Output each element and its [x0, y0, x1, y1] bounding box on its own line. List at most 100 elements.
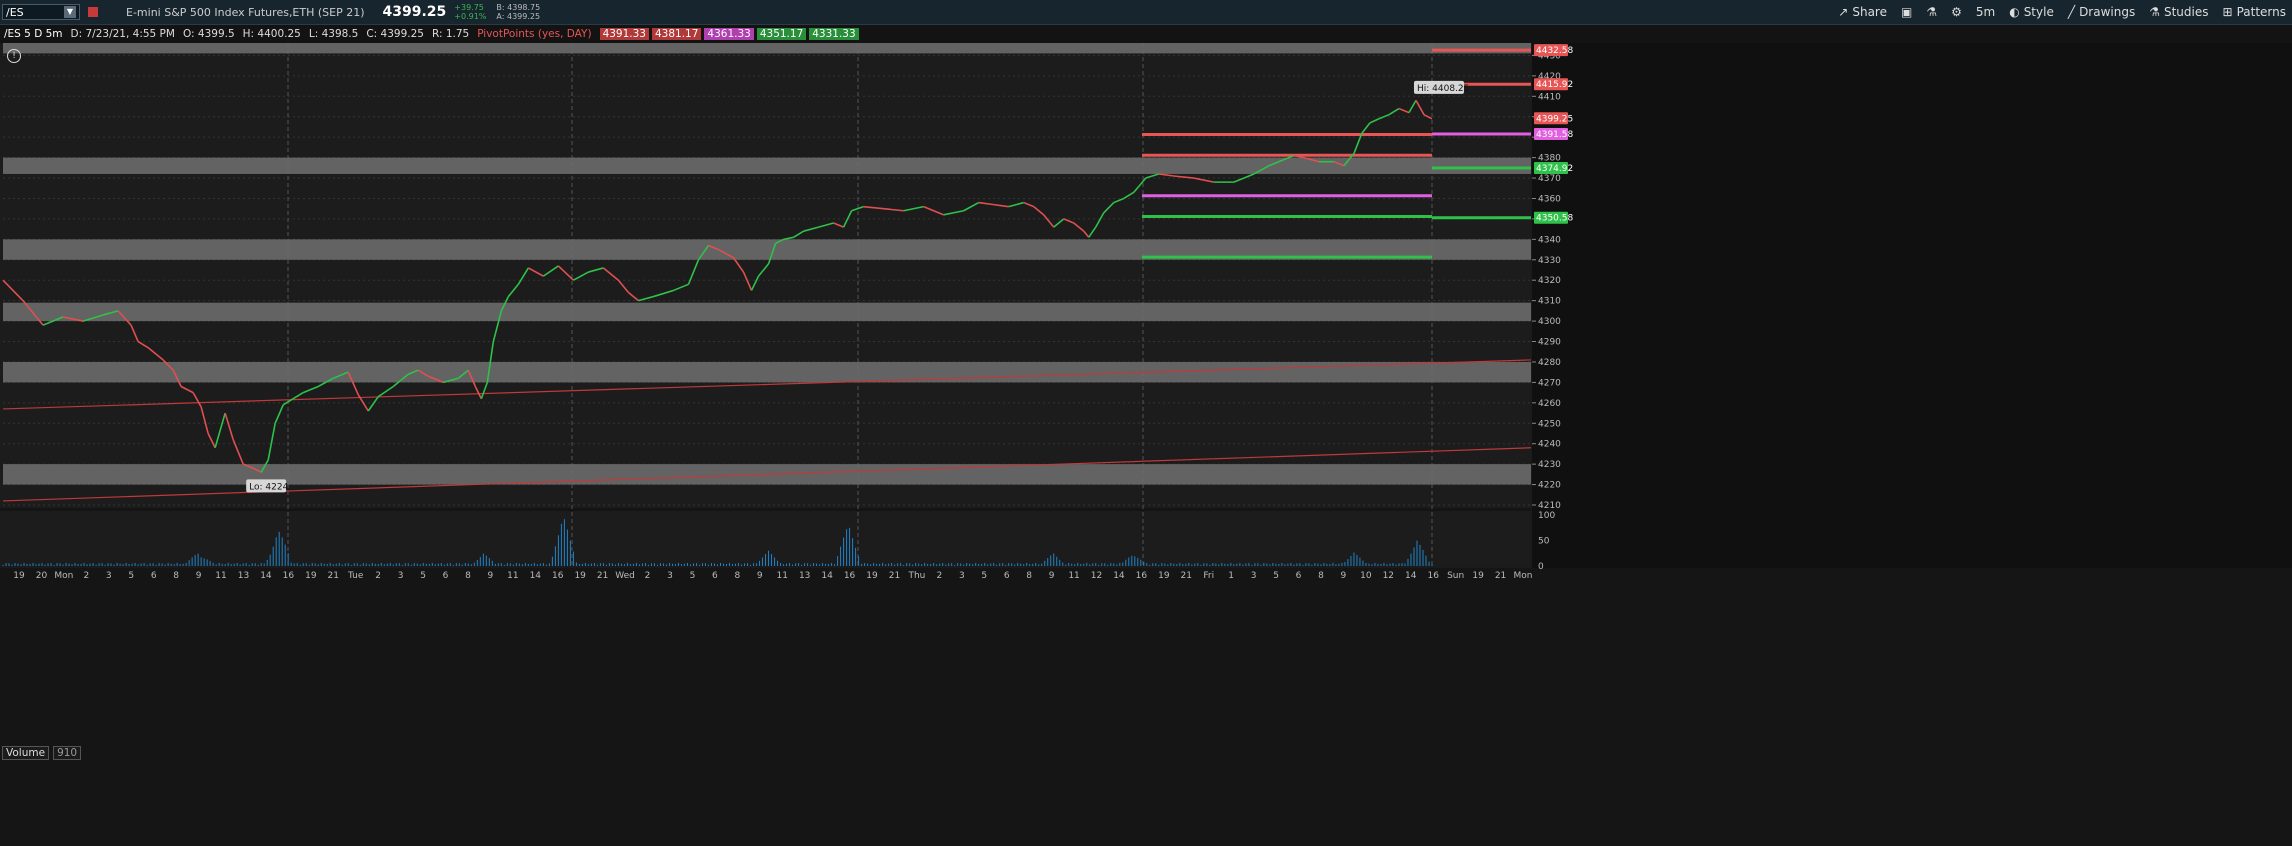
x-tick-label: 20	[36, 571, 48, 581]
info-icon[interactable]: !	[7, 49, 21, 63]
chart-label: /ES 5 D 5m	[4, 28, 63, 40]
x-tick-label: 9	[488, 571, 494, 581]
x-tick-label: 3	[106, 571, 112, 581]
x-tick-label: 14	[1405, 571, 1417, 581]
price-tag-label: 4399.25	[1536, 114, 1573, 124]
x-tick-label: 19	[1472, 571, 1484, 581]
y-tick-label: 4320	[1538, 276, 1561, 286]
style-label: Style	[2023, 5, 2054, 19]
x-tick-label: 11	[507, 571, 518, 581]
timeframe-button[interactable]: 5m	[1976, 5, 1995, 19]
x-tick-label: 9	[196, 571, 202, 581]
x-tick-label: Thu	[907, 571, 925, 581]
price-change: +39.75 +0.91%	[454, 3, 486, 21]
high-annotation: Hi: 4408.25	[1417, 84, 1469, 94]
x-tick-label: 6	[443, 571, 449, 581]
x-tick-label: 19	[1158, 571, 1170, 581]
share-label: Share	[1852, 5, 1887, 19]
support-resistance-zone	[3, 157, 1531, 174]
x-tick-label: 5	[981, 571, 987, 581]
style-button[interactable]: ◐ Style	[2009, 5, 2054, 19]
x-tick-label: 11	[215, 571, 226, 581]
x-tick-label: 2	[83, 571, 89, 581]
bid-value: B: 4398.75	[496, 3, 541, 12]
x-tick-label: 10	[1360, 571, 1372, 581]
plot-area	[0, 43, 1531, 508]
y-tick-label: 4240	[1538, 440, 1561, 450]
support-resistance-zone	[3, 361, 1531, 383]
x-tick-label: 5	[1273, 571, 1279, 581]
bar-low: L: 4398.5	[308, 28, 359, 40]
x-tick-label: 9	[757, 571, 763, 581]
bar-open: O: 4399.5	[182, 28, 235, 40]
x-tick-label: 3	[667, 571, 673, 581]
x-tick-label: 2	[645, 571, 651, 581]
x-tick-label: 9	[1049, 571, 1055, 581]
patterns-label: Patterns	[2236, 5, 2286, 19]
x-tick-label: 14	[530, 571, 542, 581]
x-tick-label: Fri	[1203, 571, 1214, 581]
x-tick-label: 5	[420, 571, 426, 581]
price-tag-label: 4415.92	[1536, 80, 1573, 90]
x-tick-label: 16	[1427, 571, 1439, 581]
x-tick-label: 21	[597, 571, 608, 581]
share-button[interactable]: ↗ Share	[1838, 5, 1887, 19]
x-tick-label: 13	[799, 571, 810, 581]
x-tick-label: 5	[128, 571, 134, 581]
snapshot-button[interactable]: ▣	[1901, 5, 1912, 19]
bar-high: H: 4400.25	[242, 28, 301, 40]
x-tick-label: 21	[1495, 571, 1506, 581]
price-chart[interactable]: 4210 4220 4230 4240 4250 4260 4270 4280 4290 4300…	[0, 43, 2292, 846]
separator	[0, 508, 1531, 511]
x-tick-label: Sun	[1447, 571, 1464, 581]
x-tick-label: 8	[1026, 571, 1032, 581]
price-tag-label: 4432.58	[1536, 46, 1573, 56]
chart-info-bar: /ES 5 D 5m D: 7/23/21, 4:55 PM O: 4399.5…	[0, 25, 2292, 43]
x-tick-label: 21	[328, 571, 339, 581]
low-annotation: Lo: 4224	[249, 482, 288, 492]
study-label[interactable]: PivotPoints (yes, DAY)	[477, 28, 591, 40]
pencil-icon: ╱	[2067, 5, 2076, 19]
y-tick-label: 4360	[1538, 194, 1561, 204]
chevron-down-icon[interactable]: ▼	[64, 6, 76, 18]
studies-label: Studies	[2163, 5, 2209, 19]
patterns-button[interactable]: ⊞ Patterns	[2223, 5, 2287, 19]
y-tick-label: 4300	[1538, 317, 1561, 327]
last-price: 4399.25	[382, 4, 447, 20]
drawings-button[interactable]: ╱ Drawings	[2068, 5, 2135, 19]
x-tick-label: 3	[398, 571, 404, 581]
x-tick-label: 5	[690, 571, 696, 581]
studies-button[interactable]: ⚗ Studies	[2149, 5, 2208, 19]
pivot-pp-value: 4361.33	[704, 28, 754, 40]
y-tick-label: 4290	[1538, 338, 1561, 348]
x-tick-label: 12	[1383, 571, 1394, 581]
x-tick-label: 19	[866, 571, 878, 581]
support-resistance-zone	[3, 43, 1531, 54]
y-tick-label: 4210	[1538, 501, 1561, 511]
x-tick-label: Tue	[347, 571, 364, 581]
x-tick-label: 16	[844, 571, 856, 581]
volume-value: 910	[53, 746, 82, 760]
y-tick-label: 4250	[1538, 419, 1561, 429]
drawings-label: Drawings	[2079, 5, 2136, 19]
y-tick-label: 4340	[1538, 235, 1561, 245]
ask-value: A: 4399.25	[496, 12, 541, 21]
change-percent: +0.91%	[454, 12, 487, 21]
flask-icon: ⚗	[1926, 5, 1938, 19]
time-axis	[0, 568, 2292, 846]
chart-toolbar: /ES ▼ E-mini S&P 500 Index Futures,ETH (…	[0, 0, 2292, 25]
x-tick-label: 8	[173, 571, 179, 581]
x-tick-label: 2	[375, 571, 381, 581]
bid-ask: B: 4398.75 A: 4399.25	[496, 3, 540, 21]
x-tick-label: 2	[936, 571, 942, 581]
symbol-link-icon[interactable]	[88, 7, 98, 17]
price-tag-label: 4391.58	[1536, 130, 1573, 140]
settings-button[interactable]: ⚙	[1951, 5, 1962, 19]
style-icon: ◐	[2009, 5, 2020, 19]
flask-button[interactable]: ⚗	[1926, 5, 1937, 19]
gear-icon: ⚙	[1951, 5, 1962, 19]
patterns-icon: ⊞	[2222, 5, 2233, 19]
y-tick-label: 4270	[1538, 378, 1561, 388]
pivot-r2-value: 4381.17	[651, 28, 702, 40]
symbol-input[interactable]: /ES ▼	[2, 4, 80, 20]
